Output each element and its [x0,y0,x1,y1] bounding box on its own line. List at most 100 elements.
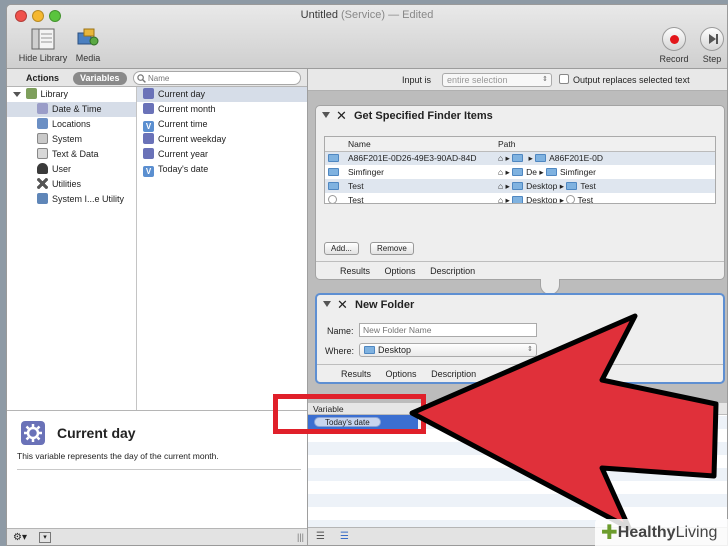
text-icon [37,148,48,159]
category-locations[interactable]: Locations [7,117,136,132]
finder-items-table[interactable]: Name Path A86F201E-0D26-49E3-90AD-84D ⌂ … [324,136,716,204]
variable-todays-date[interactable]: V Today's date [137,162,307,177]
row-name: Simfinger [348,167,384,177]
category-date-time[interactable]: Date & Time [7,102,136,117]
row-name: Test [348,181,364,191]
search-input[interactable] [133,71,301,85]
action-title: New Folder [355,299,415,311]
plus-logo-icon: ✚ [601,522,618,544]
name-label: Name: [327,326,354,336]
library-tree: Library Date & Time Locations System Tex… [7,87,137,410]
variables-list-icon[interactable]: ☰ [340,531,349,542]
search-icon [137,74,146,83]
where-value: Desktop [378,345,412,355]
collapse-icon[interactable]: ▾ [39,532,51,543]
action-new-folder[interactable]: ✕ New Folder Name: Where: Desktop ⇕ Resu… [315,293,725,384]
folder-icon [328,154,339,163]
gear-icon [143,133,154,144]
variable-current-weekday[interactable]: Current weekday [137,132,307,147]
gear-icon [143,103,154,114]
table-row[interactable]: Test ⌂ ▸ Desktop ▸ Test [325,179,715,193]
hide-library-button[interactable]: Hide Library [15,27,71,63]
action-get-specified-finder-items[interactable]: ✕ Get Specified Finder Items Name Path A… [315,105,725,280]
add-button[interactable]: Add... [324,242,359,255]
variable-label: Current weekday [158,134,227,144]
collapse-triangle-icon[interactable] [322,112,330,118]
info-title: Current day [57,425,136,441]
category-label: Text & Data [52,149,99,159]
category-label: System [52,134,83,144]
system-utility-icon [37,193,48,204]
variable-current-month[interactable]: Current month [137,102,307,117]
tab-results[interactable]: Results [340,266,370,276]
where-select[interactable]: Desktop ⇕ [359,343,537,357]
finder-tools-icon: ✕ [337,297,348,312]
table-row[interactable]: Simfinger ⌂ ▸ De ▸ Simfinger [325,165,715,179]
gear-icon [143,88,154,99]
variable-current-time[interactable]: V Current time [137,117,307,132]
tab-results[interactable]: Results [341,369,371,379]
row-path: Test [577,194,594,204]
variable-info-pane: Current day This variable represents the… [7,410,307,528]
input-select[interactable]: entire selection ⇕ [442,73,552,87]
action-title: Get Specified Finder Items [354,110,493,122]
column-header-name[interactable]: Name [345,137,495,151]
folder-icon [512,195,524,203]
variable-label: Current day [158,89,206,99]
folder-icon [512,153,524,162]
variable-label: Current time [158,119,208,129]
settings-gear-icon[interactable]: ⚙▾ [13,532,27,543]
row-path: A86F201E-0D [549,152,604,163]
highlight-box [273,394,426,434]
folder-name-input[interactable] [359,323,537,337]
record-button[interactable]: Record [657,27,691,64]
folder-icon [512,167,524,176]
home-icon: ⌂ [498,180,504,191]
action-header[interactable]: ✕ New Folder [317,295,723,315]
watermark: ✚HealthyLiving [595,519,728,546]
step-button[interactable]: Step [695,27,727,64]
remove-button[interactable]: Remove [370,242,414,255]
variable-current-day[interactable]: Current day [137,87,307,102]
calendar-icon [37,103,48,114]
v-badge-icon: V [143,166,154,177]
output-replaces-checkbox[interactable] [559,74,569,84]
tab-options[interactable]: Options [385,266,416,276]
tab-options[interactable]: Options [386,369,417,379]
category-user[interactable]: User [7,162,136,177]
splitter-handle-icon[interactable]: ||| [297,532,304,542]
row-name: A86F201E-0D26-49E3-90AD-84D [348,153,477,164]
library-root[interactable]: Library [7,87,136,102]
folder-icon [566,181,578,190]
row-path: Simfinger [560,166,596,177]
tab-description[interactable]: Description [431,369,476,379]
collapse-triangle-icon[interactable] [323,301,331,307]
input-label: Input is [402,75,432,85]
clock-file-icon [566,194,576,203]
action-header[interactable]: ✕ Get Specified Finder Items [316,106,724,126]
clock-file-icon [328,194,337,203]
disclosure-triangle-icon[interactable] [13,92,21,97]
folder-icon [512,181,524,190]
category-text-data[interactable]: Text & Data [7,147,136,162]
input-select-value: entire selection [447,75,508,85]
media-button[interactable]: Media [71,27,105,63]
variable-current-year[interactable]: Current year [137,147,307,162]
table-row[interactable]: Test ⌂ ▸ Desktop ▸ Test [325,193,715,204]
media-icon [77,28,99,46]
tab-description[interactable]: Description [430,266,475,276]
column-header-path[interactable]: Path [495,137,715,151]
category-system-utility[interactable]: System I...e Utility [7,192,136,207]
category-label: User [52,164,72,174]
user-icon [37,163,48,174]
tab-variables[interactable]: Variables [73,72,127,85]
table-row[interactable]: A86F201E-0D26-49E3-90AD-84D ⌂ ▸ ▸ A86F20… [325,151,715,165]
category-utilities[interactable]: Utilities [7,177,136,192]
tab-actions[interactable]: Actions [19,72,66,85]
category-system[interactable]: System [7,132,136,147]
row-path-part: De [526,166,538,177]
variable-label: Current year [158,149,209,159]
window-title: Untitled (Service) — Edited [300,9,434,21]
log-list-icon[interactable]: ☰ [316,531,325,542]
folder-icon [364,346,375,354]
